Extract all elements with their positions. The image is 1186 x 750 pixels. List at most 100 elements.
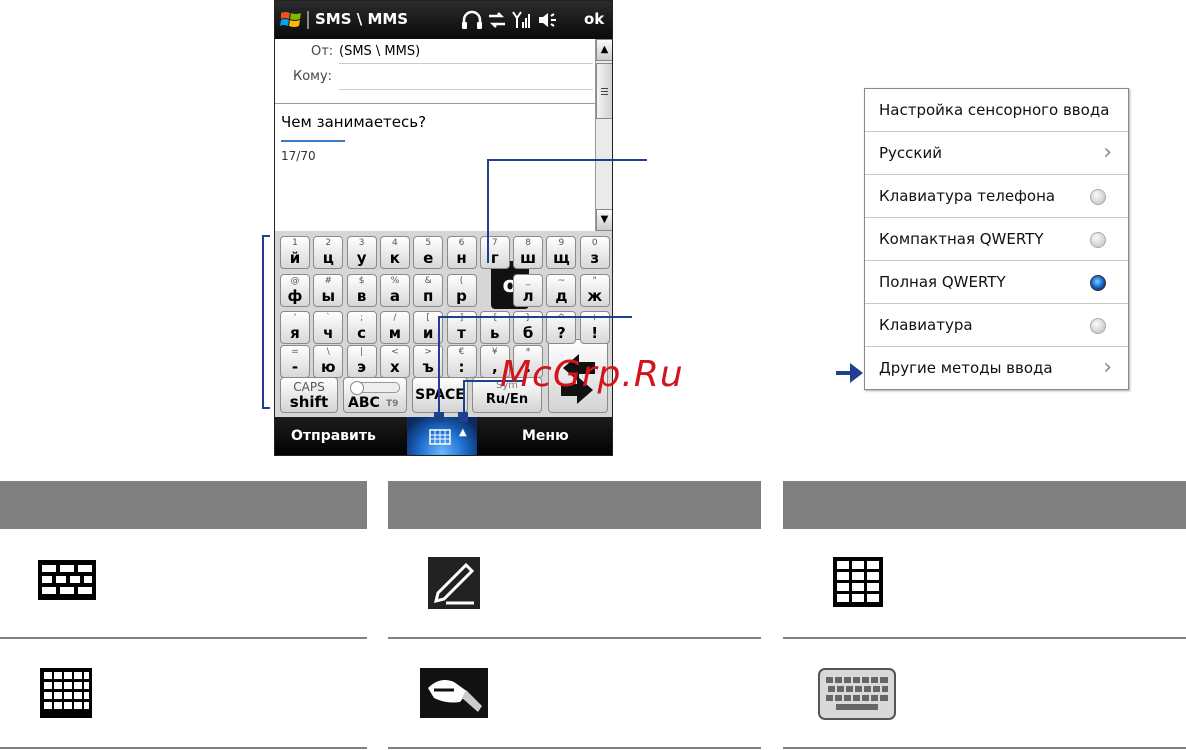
title-bar: SMS \ MMS ok <box>275 1 612 39</box>
radio-selected-icon[interactable] <box>1090 275 1106 291</box>
windows-start-icon[interactable] <box>279 9 303 31</box>
key-2-0[interactable]: ' я <box>280 311 310 344</box>
key-primary-label: щ <box>553 249 570 267</box>
key-0-0[interactable]: 1й <box>280 236 310 269</box>
key-1-5[interactable]: (р <box>446 274 477 307</box>
menu-item-5[interactable]: Клавиатура <box>865 304 1128 347</box>
callout-line-popup-v <box>487 159 489 263</box>
character-counter: 17/70 <box>281 149 316 163</box>
key-1-9[interactable]: " ж <box>579 274 610 307</box>
key-2-1[interactable]: ` ч <box>313 311 344 344</box>
key-secondary-label: 2 <box>325 238 332 248</box>
key-primary-label: ш <box>520 249 537 267</box>
key-3-0[interactable]: = - <box>280 345 310 378</box>
message-body[interactable]: Чем занимаетесь? <box>281 113 426 131</box>
window-title: SMS \ MMS <box>315 10 409 28</box>
vertical-scrollbar[interactable]: ▲ ▼ <box>595 39 612 231</box>
menu-item-4[interactable]: Полная QWERTY <box>865 261 1128 304</box>
menu-item-2[interactable]: Клавиатура телефона <box>865 175 1128 218</box>
scroll-thumb[interactable] <box>596 63 612 119</box>
key-1-7[interactable]: _ л <box>513 274 544 307</box>
ime-menu-arrow-icon: ▲ <box>459 427 467 438</box>
title-separator <box>307 11 309 29</box>
ok-button[interactable]: ok <box>584 10 604 28</box>
caps-label: CAPS <box>293 380 325 394</box>
key-1-3[interactable]: % а <box>379 274 410 307</box>
key-primary-label: й <box>289 249 301 267</box>
key-0-2[interactable]: 3у <box>346 236 377 269</box>
from-underline <box>339 63 593 64</box>
menu-item-6[interactable]: Другие методы ввода › <box>865 347 1128 390</box>
key-secondary-label: ; <box>360 313 364 323</box>
menu-item-0[interactable]: Настройка сенсорного ввода <box>865 89 1128 132</box>
scroll-down-icon[interactable]: ▼ <box>596 209 612 231</box>
key-3-1[interactable]: \ ю <box>313 345 344 378</box>
key-primary-label: ь <box>490 324 500 342</box>
key-secondary-label: { <box>491 313 498 323</box>
caps-shift-key[interactable]: CAPS shift <box>280 377 338 413</box>
key-secondary-label: \ <box>326 347 330 357</box>
key-primary-label: н <box>456 249 467 267</box>
send-softkey[interactable]: Отправить <box>291 428 376 444</box>
to-field[interactable] <box>339 89 593 90</box>
key-primary-label: г <box>490 249 499 267</box>
soft-key-bar: Отправить ▲ Меню <box>275 417 612 455</box>
bracket-top <box>262 235 270 237</box>
menu-item-1[interactable]: Русский › <box>865 132 1128 175</box>
volume-icon[interactable] <box>537 10 559 30</box>
key-1-8[interactable]: ~ д <box>546 274 577 307</box>
keyboard-small-icon <box>429 429 451 445</box>
callout-marker-keyboard <box>434 412 444 422</box>
menu-item-3[interactable]: Компактная QWERTY <box>865 218 1128 261</box>
key-primary-label: с <box>357 324 367 342</box>
key-1-4[interactable]: & п <box>413 274 444 307</box>
transcriber-icon <box>420 668 488 718</box>
menu-softkey[interactable]: Меню <box>522 428 569 444</box>
key-2-3[interactable]: / м <box>379 311 410 344</box>
from-value[interactable]: (SMS \ MMS) <box>339 44 420 59</box>
keyboard-icon <box>818 668 896 720</box>
menu-item-label: Русский <box>879 144 942 162</box>
key-0-8[interactable]: 9щ <box>546 236 577 269</box>
input-method-button[interactable]: ▲ <box>407 417 477 455</box>
key-secondary-label: # <box>324 276 333 286</box>
key-secondary-label: " <box>592 276 597 286</box>
key-primary-label: ц <box>322 249 334 267</box>
key-primary-label: я <box>290 324 300 342</box>
key-0-1[interactable]: 2ц <box>313 236 344 269</box>
key-1-2[interactable]: $ в <box>346 274 377 307</box>
key-0-3[interactable]: 4к <box>379 236 410 269</box>
key-0-7[interactable]: 8ш <box>513 236 544 269</box>
key-0-9[interactable]: 0з <box>579 236 610 269</box>
pointer-arrow-icon <box>836 363 863 383</box>
key-3-5[interactable]: €: <box>446 345 477 378</box>
row-divider <box>388 747 761 749</box>
key-primary-label: п <box>423 287 434 305</box>
scroll-up-icon[interactable]: ▲ <box>596 39 612 61</box>
key-3-3[interactable]: < х <box>379 345 410 378</box>
abc-t9-toggle-key[interactable]: ABC T9 <box>343 377 407 413</box>
key-3-2[interactable]: | э <box>346 345 377 378</box>
key-0-6[interactable]: 7г <box>479 236 510 269</box>
key-2-2[interactable]: ; с <box>346 311 377 344</box>
row-divider <box>388 637 761 639</box>
full-qwerty-keyboard-icon <box>38 560 96 600</box>
key-primary-label: ы <box>321 287 336 305</box>
radio-unselected-icon[interactable] <box>1090 318 1106 334</box>
key-1-0[interactable]: @ ф <box>280 274 310 307</box>
key-primary-label: а <box>389 287 400 305</box>
key-0-4[interactable]: 5е <box>413 236 444 269</box>
key-primary-label: е <box>423 249 434 267</box>
key-primary-label: т <box>457 324 466 342</box>
space-key[interactable]: SPACE <box>412 377 468 413</box>
chevron-right-icon: › <box>1103 140 1112 165</box>
phone-keypad-icon <box>833 557 883 607</box>
radio-unselected-icon[interactable] <box>1090 189 1106 205</box>
callout-marker-arrow <box>458 412 468 422</box>
key-primary-label: ю <box>321 358 336 376</box>
row-divider <box>783 747 1186 749</box>
key-1-1[interactable]: # ы <box>313 274 344 307</box>
key-0-5[interactable]: 6н <box>446 236 477 269</box>
key-secondary-label: & <box>424 276 432 286</box>
radio-unselected-icon[interactable] <box>1090 232 1106 248</box>
